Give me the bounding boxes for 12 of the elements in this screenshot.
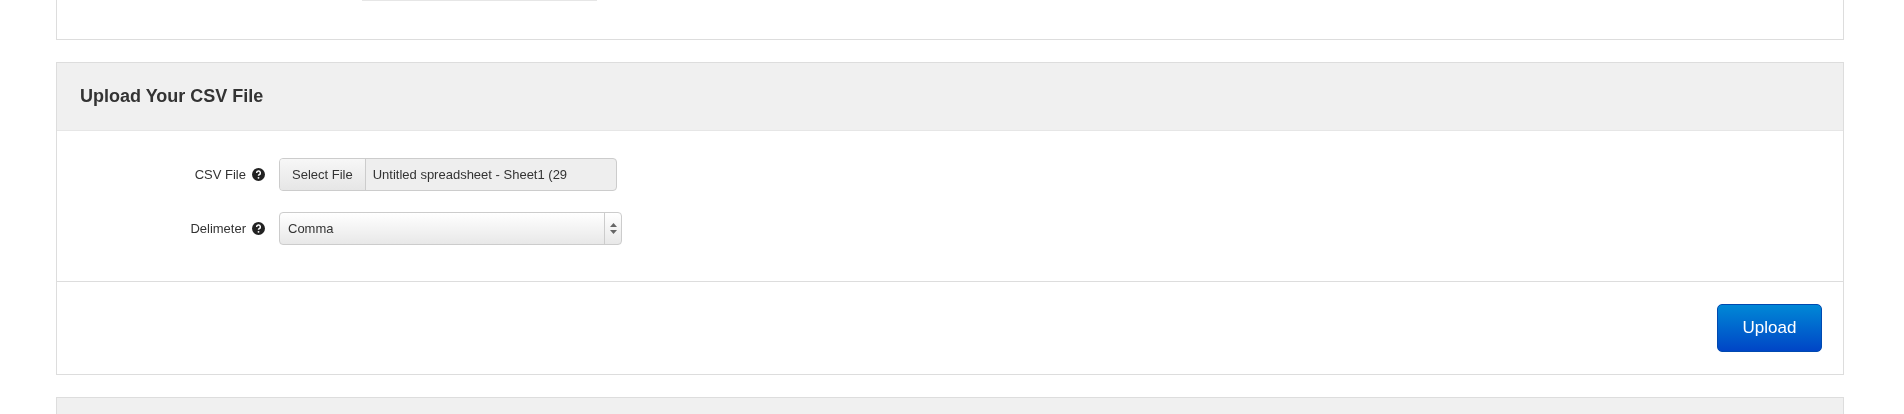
panel-title: Upload Your CSV File [80, 86, 264, 107]
upload-button[interactable]: Upload [1717, 304, 1822, 352]
select-value: Comma [287, 221, 335, 236]
select-file-button[interactable]: Select File [280, 159, 366, 190]
file-input[interactable]: Select File Untitled spreadsheet - Sheet1 (29 [279, 158, 617, 191]
help-icon[interactable] [252, 168, 265, 181]
updown-icon [609, 223, 617, 234]
file-name: Untitled spreadsheet - Sheet1 (29 [371, 166, 569, 184]
field-label: Delimeter [190, 221, 246, 236]
help-icon[interactable] [252, 222, 265, 235]
field-label: CSV File [194, 167, 246, 182]
delimiter-select[interactable]: Comma [279, 212, 622, 245]
